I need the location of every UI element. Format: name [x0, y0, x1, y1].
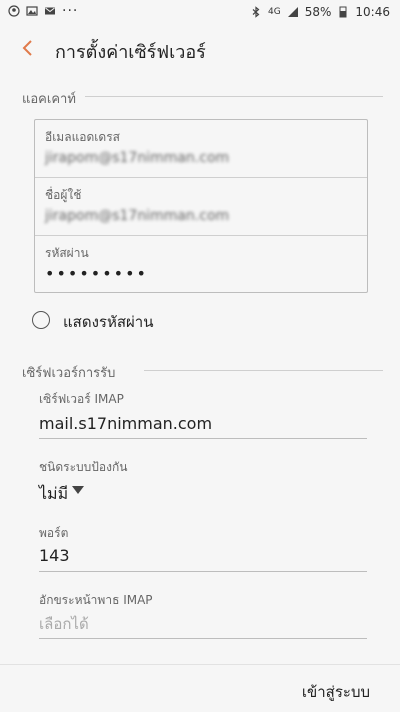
gallery-icon [26, 6, 38, 16]
account-card: อีเมลแอดเดรส jirapom@s17nimman.com ชื่อผ… [34, 119, 368, 293]
username-field[interactable]: ชื่อผู้ใช้ jirapom@s17nimman.com [35, 178, 367, 235]
input-underline [39, 571, 367, 572]
section-incoming-title: เซิร์ฟเวอร์การรับ [22, 366, 116, 381]
username-label: ชื่อผู้ใช้ [45, 188, 82, 202]
status-left: ··· [8, 3, 79, 19]
clock: 10:46 [355, 5, 390, 19]
username-value: jirapom@s17nimman.com [45, 208, 230, 224]
email-value: jirapom@s17nimman.com [45, 150, 230, 166]
status-right: 4G 58% 10:46 [250, 5, 390, 19]
input-underline [39, 638, 367, 639]
password-field[interactable]: รหัสผ่าน ••••••••• [35, 236, 367, 293]
app-header: การตั้งค่าเซิร์ฟเวอร์ [0, 26, 400, 70]
signal-icon [287, 7, 298, 17]
security-type-select[interactable]: ไม่มี [39, 482, 68, 507]
battery-icon [339, 6, 347, 18]
password-label: รหัสผ่าน [45, 246, 89, 260]
page-title: การตั้งค่าเซิร์ฟเวอร์ [55, 42, 206, 63]
imap-server-label: เซิร์ฟเวอร์ IMAP [39, 392, 124, 406]
footer-bar: เข้าสู่ระบบ [0, 664, 400, 712]
port-label: พอร์ต [39, 526, 69, 540]
bluetooth-icon [252, 6, 260, 18]
port-input[interactable]: 143 [39, 546, 70, 565]
show-password-label[interactable]: แสดงรหัสผ่าน [63, 310, 153, 334]
input-underline [39, 438, 367, 439]
section-divider [85, 96, 383, 97]
imap-server-input[interactable]: mail.s17nimman.com [39, 414, 212, 433]
imap-prefix-label: อักขระหน้าพาธ IMAP [39, 593, 153, 607]
email-field[interactable]: อีเมลแอดเดรส jirapom@s17nimman.com [35, 120, 367, 177]
mail-icon [45, 7, 55, 15]
battery-text: 58% [304, 5, 332, 19]
network-type: 4G [268, 7, 281, 17]
more-dots-icon: ··· [62, 3, 79, 19]
section-account-title: แอคเคาท์ [22, 92, 76, 107]
status-bar: ··· 4G 58% 10:46 [0, 0, 400, 26]
back-arrow-icon[interactable] [16, 36, 40, 60]
email-label: อีเมลแอดเดรส [45, 130, 120, 144]
password-value: ••••••••• [45, 264, 148, 283]
imap-prefix-input[interactable]: เลือกได้ [39, 612, 89, 636]
show-password-radio[interactable] [32, 311, 50, 329]
dropdown-arrow-icon[interactable] [72, 486, 84, 494]
sign-in-button[interactable]: เข้าสู่ระบบ [302, 680, 370, 704]
section-divider [144, 370, 383, 371]
account-icon [8, 5, 20, 17]
security-type-label: ชนิดระบบป้องกัน [39, 460, 128, 474]
